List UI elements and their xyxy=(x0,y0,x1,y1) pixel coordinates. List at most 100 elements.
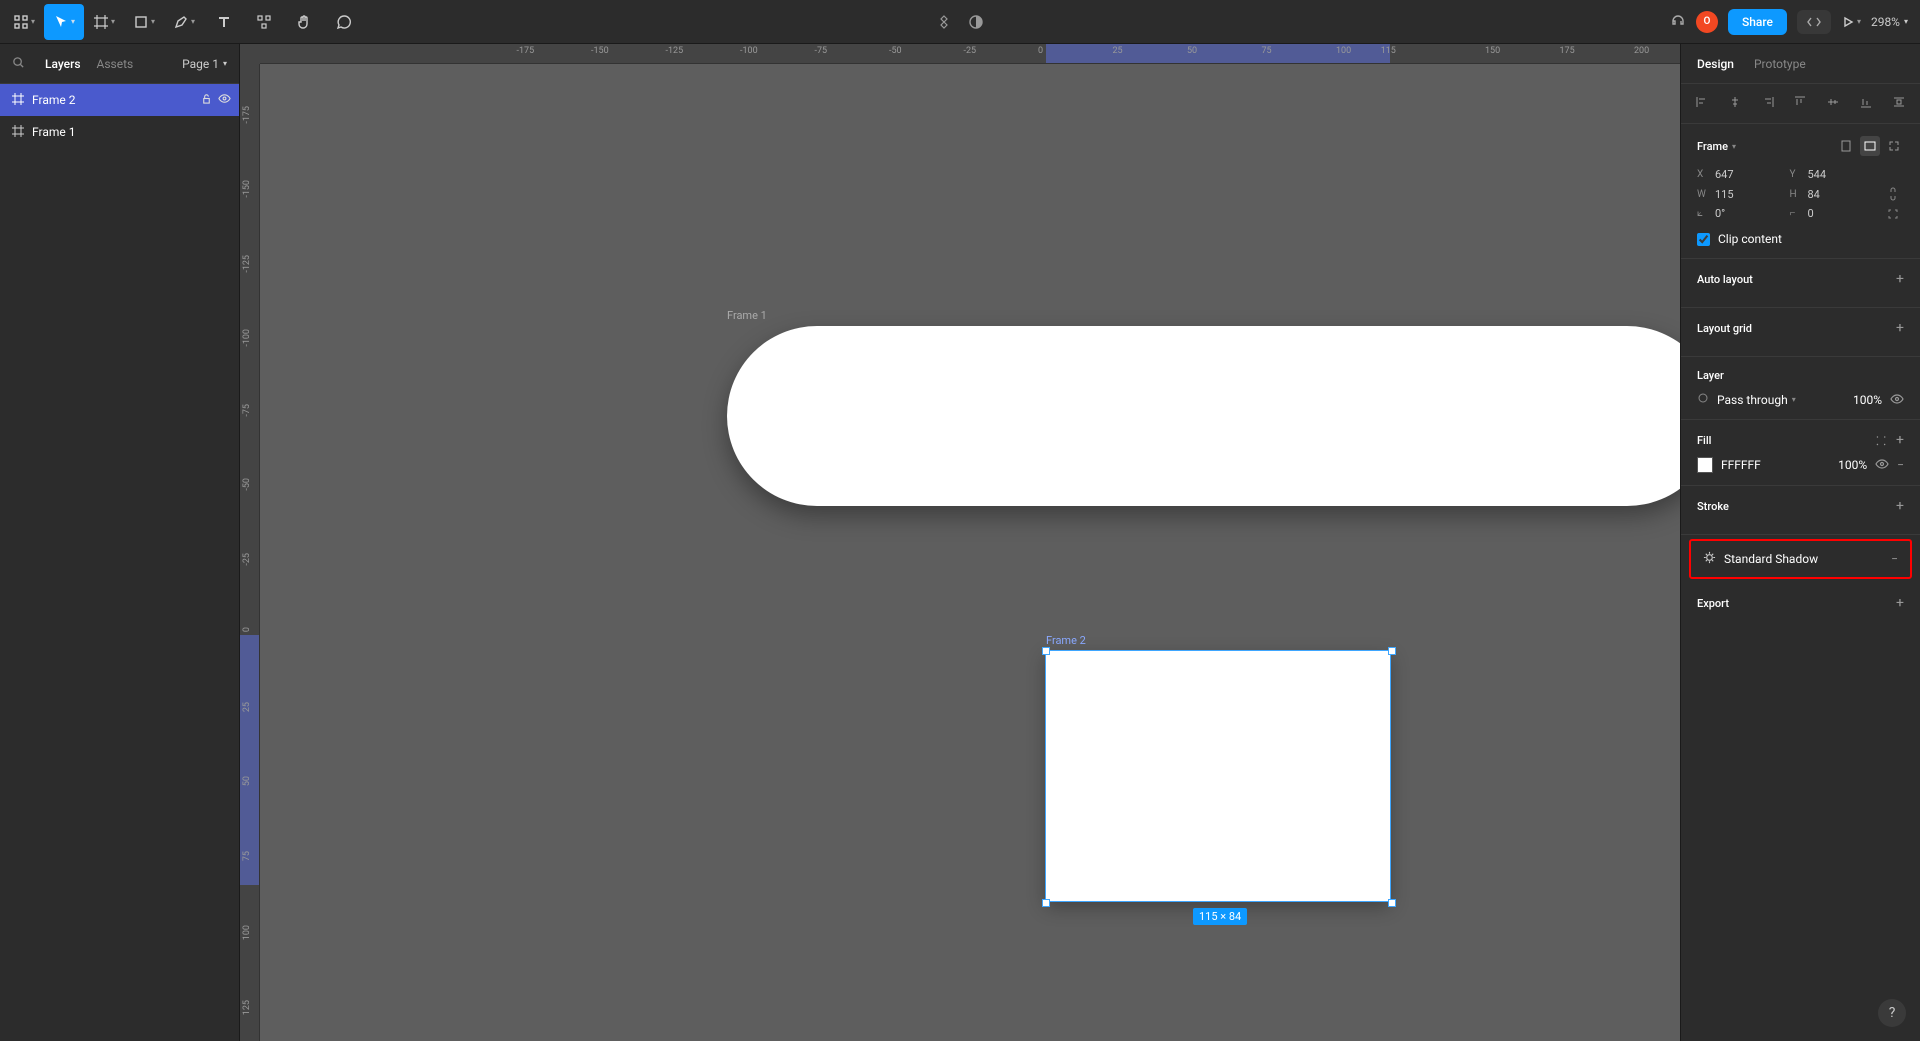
alignment-row xyxy=(1681,84,1920,124)
w-field[interactable]: W115 xyxy=(1697,187,1782,201)
layer-section: Layer Pass through▾ 100% xyxy=(1681,357,1920,420)
rotation-field[interactable]: ⟀0° xyxy=(1697,207,1782,220)
add-stroke-button[interactable]: + xyxy=(1896,498,1904,514)
orientation-landscape-icon[interactable] xyxy=(1860,136,1880,156)
align-top-icon[interactable] xyxy=(1793,95,1807,112)
frame-1-label[interactable]: Frame 1 xyxy=(727,309,767,322)
radius-icon: ⌐ xyxy=(1790,208,1802,219)
layer-section-title: Layer xyxy=(1697,369,1724,382)
align-h-center-icon[interactable] xyxy=(1728,95,1742,112)
help-button[interactable]: ? xyxy=(1878,999,1906,1027)
ruler-horizontal: -175-150-125-100-75-50-25025507510011515… xyxy=(260,44,1680,64)
left-panel-tabs: Layers Assets Page 1▾ xyxy=(0,44,239,84)
align-right-icon[interactable] xyxy=(1761,95,1775,112)
fill-color-swatch[interactable] xyxy=(1697,457,1713,473)
x-field[interactable]: X647 xyxy=(1697,168,1782,181)
theme-toggle-icon[interactable] xyxy=(968,4,984,40)
components-icon[interactable] xyxy=(936,4,952,40)
frame-tool[interactable]: ▾ xyxy=(84,4,124,40)
stroke-section: Stroke + xyxy=(1681,486,1920,535)
text-tool[interactable] xyxy=(204,4,244,40)
fill-visibility-icon[interactable] xyxy=(1875,458,1889,472)
user-avatar[interactable]: O xyxy=(1696,11,1718,33)
hand-tool[interactable] xyxy=(284,4,324,40)
frame-icon xyxy=(12,93,24,108)
frame-icon xyxy=(12,125,24,140)
move-tool[interactable]: ▾ xyxy=(44,4,84,40)
lock-icon[interactable] xyxy=(201,93,212,107)
add-export-button[interactable]: + xyxy=(1896,595,1904,611)
zoom-dropdown[interactable]: 298%▾ xyxy=(1871,15,1908,29)
tab-assets[interactable]: Assets xyxy=(97,57,134,71)
distribute-icon[interactable] xyxy=(1892,95,1906,112)
blend-mode-icon[interactable] xyxy=(1697,392,1709,407)
layout-grid-section: Layout grid + xyxy=(1681,308,1920,357)
effect-style-icon[interactable] xyxy=(1703,551,1716,567)
top-toolbar: ▾ ▾ ▾ ▾ ▾ xyxy=(0,0,1920,44)
visibility-icon[interactable] xyxy=(218,93,231,107)
pen-tool[interactable]: ▾ xyxy=(164,4,204,40)
h-field[interactable]: H84 xyxy=(1790,187,1875,201)
clip-content-checkbox[interactable] xyxy=(1697,233,1710,246)
orientation-portrait-icon[interactable] xyxy=(1836,136,1856,156)
ruler-corner xyxy=(240,44,260,64)
clip-content-row: Clip content xyxy=(1681,228,1920,259)
canvas[interactable]: -175-150-125-100-75-50-25025507510011515… xyxy=(240,44,1680,1041)
dimension-badge: 115 × 84 xyxy=(1193,908,1247,925)
layout-grid-title: Layout grid xyxy=(1697,322,1752,335)
layer-item-frame-1[interactable]: Frame 1 xyxy=(0,116,239,148)
selection-handle-tl[interactable] xyxy=(1042,647,1050,655)
add-auto-layout-button[interactable]: + xyxy=(1896,271,1904,287)
headphones-icon[interactable] xyxy=(1670,12,1686,32)
toolbar-right-group: O Share ▾ 298%▾ xyxy=(1670,9,1920,35)
selection-outline xyxy=(1045,650,1391,902)
constrain-proportions-icon[interactable] xyxy=(1882,187,1904,201)
layer-item-frame-2[interactable]: Frame 2 xyxy=(0,84,239,116)
dev-mode-button[interactable] xyxy=(1797,10,1831,34)
effects-standard-shadow[interactable]: Standard Shadow − xyxy=(1689,539,1912,579)
selection-handle-tr[interactable] xyxy=(1388,647,1396,655)
export-section: Export + xyxy=(1681,583,1920,631)
fill-styles-icon[interactable]: ⸬ xyxy=(1876,432,1886,449)
stroke-title: Stroke xyxy=(1697,500,1729,513)
layer-opacity-field[interactable]: 100% xyxy=(1853,393,1882,407)
remove-fill-button[interactable]: − xyxy=(1897,458,1904,472)
fill-hex-field[interactable]: FFFFFF xyxy=(1721,458,1761,472)
selection-handle-br[interactable] xyxy=(1388,899,1396,907)
independent-corners-icon[interactable] xyxy=(1882,207,1904,220)
canvas-inner: Frame 1 Frame 2 115 × 84 xyxy=(260,64,1680,1041)
share-button[interactable]: Share xyxy=(1728,9,1787,35)
frame-properties: X647 Y544 W115 H84 ⟀0° ⌐0 xyxy=(1681,156,1920,228)
layer-visibility-icon[interactable] xyxy=(1890,393,1904,407)
export-title: Export xyxy=(1697,597,1729,610)
search-icon[interactable] xyxy=(12,54,25,73)
blend-mode-dropdown[interactable]: Pass through▾ xyxy=(1717,393,1796,407)
resize-to-fit-icon[interactable] xyxy=(1884,136,1904,156)
tab-layers[interactable]: Layers xyxy=(45,57,81,71)
clip-content-label: Clip content xyxy=(1718,232,1782,246)
layer-name: Frame 1 xyxy=(32,125,75,139)
present-button[interactable]: ▾ xyxy=(1841,15,1861,29)
align-left-icon[interactable] xyxy=(1695,95,1709,112)
shape-tool[interactable]: ▾ xyxy=(124,4,164,40)
y-field[interactable]: Y544 xyxy=(1790,168,1875,181)
comment-tool[interactable] xyxy=(324,4,364,40)
add-fill-button[interactable]: + xyxy=(1896,432,1904,449)
add-layout-grid-button[interactable]: + xyxy=(1896,320,1904,336)
fill-opacity-field[interactable]: 100% xyxy=(1838,458,1867,472)
ruler-vertical: -175-150-125-100-75-50-250255075100125 xyxy=(240,64,260,1041)
frame-1[interactable] xyxy=(727,326,1680,506)
resources-tool[interactable] xyxy=(244,4,284,40)
corner-radius-field[interactable]: ⌐0 xyxy=(1790,207,1875,220)
main-menu[interactable]: ▾ xyxy=(4,4,44,40)
frame-2-label[interactable]: Frame 2 xyxy=(1046,634,1086,647)
page-selector[interactable]: Page 1▾ xyxy=(182,57,227,71)
ruler-v-selection xyxy=(240,635,260,885)
align-v-center-icon[interactable] xyxy=(1826,95,1840,112)
remove-effect-button[interactable]: − xyxy=(1891,552,1898,566)
selection-handle-bl[interactable] xyxy=(1042,899,1050,907)
align-bottom-icon[interactable] xyxy=(1859,95,1873,112)
tab-prototype[interactable]: Prototype xyxy=(1754,57,1806,71)
tab-design[interactable]: Design xyxy=(1697,57,1734,71)
frame-title[interactable]: Frame▾ xyxy=(1697,140,1736,153)
